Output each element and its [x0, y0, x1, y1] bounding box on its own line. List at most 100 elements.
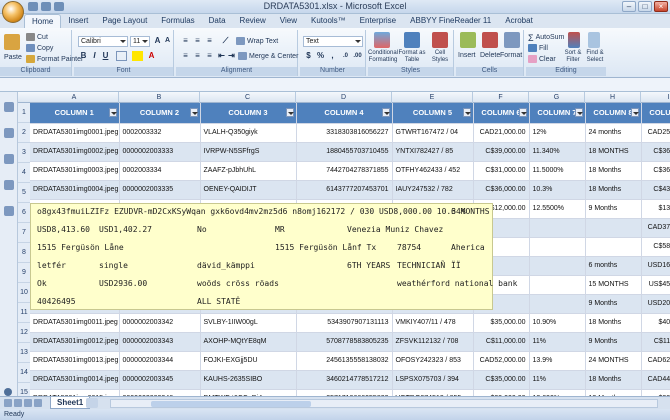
- underline-button[interactable]: U: [100, 51, 111, 61]
- table-cell[interactable]: DRDATA5301img0004.jpeg: [30, 180, 120, 200]
- column-header[interactable]: COLUMN 9: [641, 103, 670, 124]
- table-cell[interactable]: 12.690%: [529, 389, 586, 396]
- tab-insert[interactable]: Insert: [61, 14, 95, 28]
- table-cell[interactable]: 12 Months: [585, 389, 642, 396]
- table-cell[interactable]: VLALH-Q350giyk: [200, 123, 297, 143]
- font-size-select[interactable]: 11: [130, 36, 150, 47]
- table-cell[interactable]: 7442704278371855: [296, 161, 393, 181]
- row-number[interactable]: 10: [18, 283, 30, 303]
- table-cell[interactable]: USD20,767.00: [641, 294, 670, 314]
- prev-sheet-icon[interactable]: [14, 399, 22, 407]
- table-cell[interactable]: C$35,000.00: [473, 370, 530, 390]
- column-header[interactable]: COLUMN 8: [585, 103, 642, 124]
- table-cell[interactable]: 18 Months: [585, 161, 642, 181]
- table-cell[interactable]: 0000002003342: [119, 313, 201, 333]
- new-sheet-icon[interactable]: [86, 398, 98, 408]
- currency-icon[interactable]: $: [303, 51, 314, 61]
- table-cell[interactable]: 11.5000%: [529, 161, 586, 181]
- column-header[interactable]: COLUMN 7: [529, 103, 586, 124]
- table-cell[interactable]: OENEY-QAIDIJT: [200, 180, 297, 200]
- first-sheet-icon[interactable]: [4, 399, 12, 407]
- table-cell[interactable]: 18 Months: [585, 180, 642, 200]
- table-cell[interactable]: [585, 237, 642, 257]
- table-cell[interactable]: 6143777207453701: [296, 180, 393, 200]
- table-cell[interactable]: C$39,000.00: [473, 142, 530, 162]
- table-cell[interactable]: 2456135558138032: [296, 351, 393, 371]
- table-cell[interactable]: C$36,719.50: [641, 161, 670, 181]
- close-icon[interactable]: ×: [654, 1, 668, 12]
- table-cell[interactable]: ZFSVK112132 / 708: [392, 332, 474, 352]
- table-cell[interactable]: CAD21,000.00: [473, 123, 530, 143]
- sort-filter-button[interactable]: Sort & Filter: [562, 50, 584, 64]
- conditional-formatting-button[interactable]: Conditional Formatting: [368, 50, 398, 64]
- table-cell[interactable]: C$11,000.00: [473, 332, 530, 352]
- table-cell[interactable]: 3460214778517212: [296, 370, 393, 390]
- sheet-tab[interactable]: Sheet1: [50, 397, 91, 409]
- table-cell[interactable]: 18 Months: [585, 370, 642, 390]
- table-cell[interactable]: DRDATA5301img0001.jpeg: [30, 123, 120, 143]
- column-header[interactable]: COLUMN 5: [392, 103, 474, 124]
- table-cell[interactable]: CAD25,851.00: [641, 123, 670, 143]
- orientation-icon[interactable]: ⟋: [220, 36, 231, 46]
- table-cell[interactable]: $29,000.00: [473, 389, 530, 396]
- column-header[interactable]: COLUMN 2: [119, 103, 201, 124]
- row-number[interactable]: 15: [18, 383, 30, 396]
- column-letter[interactable]: G: [529, 92, 585, 103]
- filter-dropdown-icon[interactable]: [518, 108, 527, 117]
- delete-button[interactable]: Delete: [480, 52, 500, 59]
- table-cell[interactable]: 10.3%: [529, 180, 586, 200]
- table-cell[interactable]: 11%: [529, 370, 586, 390]
- merge-center-button[interactable]: Merge & Center: [238, 52, 298, 60]
- table-cell[interactable]: C$36,719.50: [641, 142, 670, 162]
- table-cell[interactable]: 12%: [529, 123, 586, 143]
- table-cell[interactable]: 2571710666055823: [296, 389, 393, 396]
- table-cell[interactable]: [529, 237, 586, 257]
- align-top-icon[interactable]: ≡: [180, 36, 191, 46]
- row-number[interactable]: 3: [18, 143, 30, 163]
- table-cell[interactable]: 0000002003333: [119, 142, 201, 162]
- table-cell[interactable]: DRDATA5301img0015.jpeg: [30, 389, 120, 396]
- table-cell[interactable]: 13.9%: [529, 351, 586, 371]
- table-cell[interactable]: OTFHY462433 / 452: [392, 161, 474, 181]
- table-cell[interactable]: [529, 218, 586, 238]
- maximize-icon[interactable]: □: [638, 1, 652, 12]
- increase-indent-icon[interactable]: ⇥: [226, 51, 237, 61]
- italic-button[interactable]: I: [89, 51, 100, 61]
- column-letter[interactable]: C: [200, 92, 296, 103]
- table-cell[interactable]: 9 Months: [585, 199, 642, 219]
- workbook-icon[interactable]: [4, 102, 14, 112]
- table-cell[interactable]: DRDATA5301img0011.jpeg: [30, 313, 120, 333]
- minimize-icon[interactable]: –: [622, 1, 636, 12]
- format-as-table-button[interactable]: Format as Table: [398, 50, 426, 64]
- filter-dropdown-icon[interactable]: [462, 108, 471, 117]
- row-number[interactable]: 12: [18, 323, 30, 343]
- clear-button[interactable]: Clear: [528, 55, 556, 63]
- format-button[interactable]: Format: [500, 52, 522, 59]
- row-number[interactable]: 11: [18, 303, 30, 323]
- table-cell[interactable]: OFOSY242323 / 853: [392, 351, 474, 371]
- comma-icon[interactable]: ,: [327, 51, 338, 61]
- column-letter[interactable]: D: [296, 92, 392, 103]
- number-format-select[interactable]: Text: [303, 36, 363, 47]
- font-name-select[interactable]: Calibri: [78, 36, 128, 47]
- fill-button[interactable]: Fill: [528, 44, 548, 52]
- row-number[interactable]: 6: [18, 203, 30, 223]
- table-cell[interactable]: [529, 294, 586, 314]
- table-cell[interactable]: DMTWF-t6CCgDi4: [200, 389, 297, 396]
- column-header[interactable]: COLUMN 4: [296, 103, 393, 124]
- table-cell[interactable]: 9 Months: [585, 332, 642, 352]
- wrap-text-button[interactable]: Wrap Text: [236, 37, 278, 45]
- table-cell[interactable]: 18 Months: [585, 313, 642, 333]
- next-sheet-icon[interactable]: [24, 399, 32, 407]
- shrink-font-button[interactable]: A: [162, 36, 173, 46]
- row-number[interactable]: 1: [18, 103, 30, 123]
- filter-dropdown-icon[interactable]: [630, 108, 639, 117]
- column-letter[interactable]: B: [119, 92, 200, 103]
- table-cell[interactable]: 24 MONTHS: [585, 351, 642, 371]
- table-cell[interactable]: DRDATA5301img0012.jpeg: [30, 332, 120, 352]
- table-cell[interactable]: 6 months: [585, 256, 642, 276]
- table-cell[interactable]: C$31,000.00: [473, 161, 530, 181]
- table-cell[interactable]: 0002003332: [119, 123, 201, 143]
- table-cell[interactable]: AXOHP-MQtYE8qM: [200, 332, 297, 352]
- filter-dropdown-icon[interactable]: [574, 108, 583, 117]
